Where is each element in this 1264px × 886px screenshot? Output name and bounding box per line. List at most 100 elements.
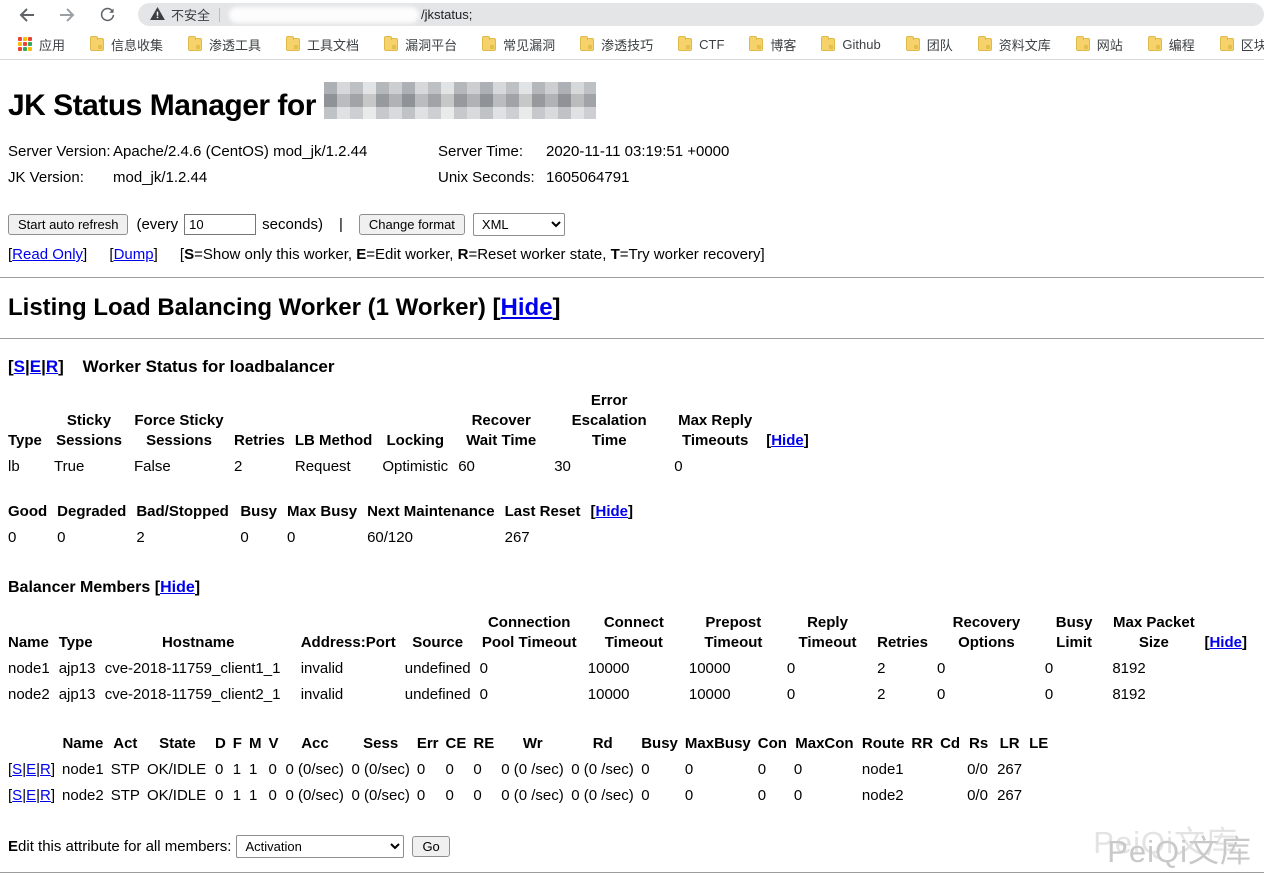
bookmark-folder[interactable]: 常见漏洞 [476,32,561,57]
back-icon[interactable] [14,2,40,28]
jk-version-label: JK Version: [8,165,113,191]
hide-header: [Hide] [1204,613,1256,656]
security-label: 不安全 [171,5,210,24]
ser-column-header [8,734,62,757]
format-select[interactable]: XML [473,213,565,236]
worker-legend: [S=Show only this worker, E=Edit worker,… [180,246,765,263]
dump-link[interactable]: Dump [114,246,154,263]
server-time-value: 2020-11-11 03:19:51 +0000 [546,139,1256,165]
show-member-link[interactable]: S [12,787,22,804]
censored-host [229,7,419,23]
table-header-row: Good Degraded Bad/Stopped Busy Max Busy … [8,502,643,525]
members-status-table: Name Act State D F M V Acc Sess Err CE R… [8,734,1055,809]
balancer-members-heading: Balancer Members [Hide] [8,579,1256,597]
bookmark-folder[interactable]: CTF [672,34,730,55]
table-row: [S|E|R] node1 STP OK/IDLE 0 1 1 0 0 (0/s… [8,757,1055,783]
every-label: (every [136,216,178,233]
pipe-separator: | [339,216,343,233]
table-row: lb True False 2 Request Optimistic 60 30… [8,454,819,480]
ser-links: [S|E|R] [8,783,62,809]
folder-icon [188,38,202,51]
bookmark-folder[interactable]: 工具文档 [280,32,365,57]
interval-input[interactable] [184,214,256,235]
lb-state-hide-link[interactable]: Hide [595,503,628,520]
lb-state-table: Good Degraded Bad/Stopped Busy Max Busy … [8,502,643,551]
go-button[interactable]: Go [412,836,449,857]
folder-icon [1220,38,1234,51]
show-member-link[interactable]: S [12,761,22,778]
seconds-label: seconds) [262,216,323,233]
table-row: [S|E|R] node2 STP OK/IDLE 0 1 1 0 0 (0/s… [8,783,1055,809]
members-config-hide-link[interactable]: Hide [1209,634,1242,651]
folder-icon [1148,38,1162,51]
unix-seconds-label: Unix Seconds: [438,165,546,191]
edit-member-link[interactable]: E [26,761,36,778]
divider [0,277,1264,278]
folder-icon [286,38,300,51]
table-header-row: Name Type Hostname Address:Port Source C… [8,613,1256,656]
server-time-label: Server Time: [438,139,546,165]
listing-heading: Listing Load Balancing Worker (1 Worker)… [8,294,1256,322]
bookmarks-bar: 应用 信息收集 渗透工具 工具文档 漏洞平台 常见漏洞 渗透技巧 CTF 博客 … [0,29,1264,60]
reset-member-link[interactable]: R [40,761,51,778]
server-version-label: Server Version: [8,139,113,165]
bookmark-folder[interactable]: 博客 [743,32,802,57]
folder-icon [978,38,992,51]
bookmark-folder[interactable]: Github [815,34,886,55]
show-worker-link[interactable]: S [14,357,25,376]
browser-toolbar: 不安全 /jkstatus; [0,0,1264,29]
worker-status-heading: [S|E|R] Worker Status for loadbalancer [8,357,1256,377]
bookmark-apps[interactable]: 应用 [12,32,71,57]
members-config-table: Name Type Hostname Address:Port Source C… [8,613,1256,708]
reset-member-link[interactable]: R [40,787,51,804]
change-format-button[interactable]: Change format [359,214,465,235]
apps-grid-icon [18,37,32,51]
read-only-link[interactable]: Read Only [12,246,83,263]
bookmark-folder[interactable]: 区块链 [1214,32,1264,57]
ser-links: [S|E|R] [8,757,62,783]
reset-worker-link[interactable]: R [46,357,58,376]
start-auto-refresh-button[interactable]: Start auto refresh [8,214,128,235]
bookmark-folder[interactable]: 网站 [1070,32,1129,57]
edit-member-link[interactable]: E [26,787,36,804]
folder-icon [482,38,496,51]
table-row: node1 ajp13 cve-2018-11759_client1_1 inv… [8,656,1256,682]
lb-config-hide-link[interactable]: Hide [771,432,804,449]
folder-icon [821,38,835,51]
edit-attribute-row: Edit this attribute for all members: Act… [8,835,1256,858]
worker-status-title: Worker Status for loadbalancer [83,357,335,376]
address-bar[interactable]: 不安全 /jkstatus; [138,3,1264,26]
refresh-icon[interactable] [94,2,120,28]
bookmark-folder[interactable]: 信息收集 [84,32,169,57]
bookmark-folder[interactable]: 资料文库 [972,32,1057,57]
hide-header: [Hide] [590,502,643,525]
edit-attribute-label: Edit this attribute for all members: [8,838,231,855]
listing-hide-link[interactable]: Hide [501,294,553,321]
bookmark-folder[interactable]: 团队 [900,32,959,57]
action-links: [Read Only] [Dump] [S=Show only this wor… [8,246,1256,263]
server-version-value: Apache/2.4.6 (CentOS) mod_jk/1.2.44 [113,139,438,165]
bookmark-folder[interactable]: 渗透技巧 [574,32,659,57]
folder-icon [384,38,398,51]
table-header-row: Type Sticky Sessions Force Sticky Sessio… [8,391,819,454]
table-header-row: Name Act State D F M V Acc Sess Err CE R… [8,734,1055,757]
server-info: Server Version: Apache/2.4.6 (CentOS) mo… [8,139,1256,191]
table-row: 0 0 2 0 0 60/120 267 [8,525,643,551]
bookmark-folder[interactable]: 漏洞平台 [378,32,463,57]
edit-worker-link[interactable]: E [30,357,41,376]
table-row: node2 ajp13 cve-2018-11759_client2_1 inv… [8,682,1256,708]
attribute-select[interactable]: Activation [236,835,404,858]
url-path: /jkstatus; [421,7,472,22]
folder-icon [678,38,692,51]
balancer-members-hide-link[interactable]: Hide [160,579,195,596]
bookmark-folder[interactable]: 渗透工具 [182,32,267,57]
address-separator [219,8,220,22]
bookmark-folder[interactable]: 编程 [1142,32,1201,57]
forward-icon[interactable] [54,2,80,28]
censored-title-block [324,82,596,119]
divider [0,872,1264,873]
lb-config-table: Type Sticky Sessions Force Sticky Sessio… [8,391,819,480]
warning-icon [150,7,165,23]
refresh-controls: Start auto refresh (every seconds) | Cha… [8,213,1256,236]
jk-version-value: mod_jk/1.2.44 [113,165,438,191]
